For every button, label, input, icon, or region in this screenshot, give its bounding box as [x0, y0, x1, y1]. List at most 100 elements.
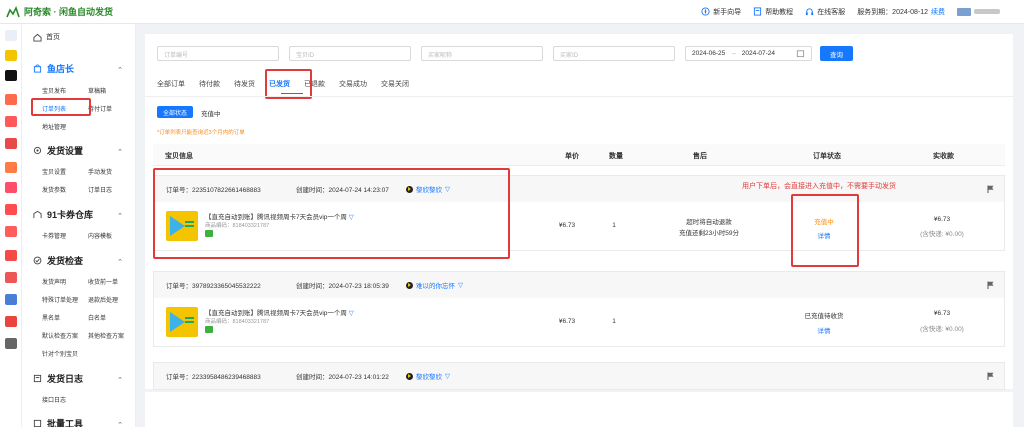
sidebar-item-manual-ship[interactable]: 手动发货 — [88, 167, 112, 176]
sidebar-item-drafts[interactable]: 草稿箱 — [88, 86, 106, 95]
item-id-input[interactable]: 宝贝ID — [289, 46, 411, 61]
date-separator: → — [730, 50, 737, 57]
app-icon-6[interactable] — [5, 138, 17, 149]
xianyu-app-icon[interactable] — [5, 50, 17, 61]
app-title: 阿奇索 · 闲鱼自动发货 — [24, 7, 113, 17]
chevron-up-icon[interactable]: ⌃ — [117, 148, 123, 156]
app-icon-14[interactable] — [5, 316, 17, 327]
sidebar-item-special-orders[interactable]: 特殊订单处理 — [42, 295, 78, 304]
col-status: 订单状态 — [813, 153, 841, 160]
sidebar-item-order-log[interactable]: 订单日志 — [88, 185, 112, 194]
paid-shipping: (含快递: ¥0.00) — [920, 231, 964, 238]
warehouse-icon — [33, 210, 42, 219]
user-menu[interactable] — [957, 7, 1000, 16]
sidebar-item-item-settings[interactable]: 宝贝设置 — [42, 167, 66, 176]
section-fish-store[interactable]: 鱼店长 — [33, 62, 74, 75]
filter-recharging[interactable]: 充值中 — [201, 108, 221, 118]
app-icon-10[interactable] — [5, 226, 17, 237]
service-link[interactable]: 在线客服 — [805, 7, 845, 17]
buyer-nick-input[interactable]: 买家昵称 — [421, 46, 543, 61]
app-icon-11[interactable] — [5, 250, 17, 261]
paid-amount: ¥6.73 — [933, 310, 951, 317]
sidebar-item-whitelist[interactable]: 白名单 — [88, 313, 106, 322]
filter-funnel-icon: ▽ — [348, 310, 354, 317]
shop-icon — [33, 64, 42, 73]
sidebar-item-unpaid-orders[interactable]: 待付订单 — [88, 104, 112, 113]
quantity: 1 — [612, 318, 616, 325]
sidebar-item-blacklist[interactable]: 黑名单 — [42, 313, 60, 322]
sidebar-item-api-log[interactable]: 接口日志 — [42, 395, 66, 404]
app-icon-13[interactable] — [5, 294, 17, 305]
avatar — [957, 7, 971, 16]
query-range-note: *订单列表只能查询近3个月内的订单 — [157, 130, 245, 136]
flag-icon[interactable] — [987, 281, 994, 289]
sidebar-home[interactable]: 首页 — [33, 32, 60, 42]
tab-all[interactable]: 全部订单 — [157, 79, 185, 89]
tag-icon — [205, 326, 213, 333]
date-range-picker[interactable]: 2024-06-25 → 2024-07-24 — [685, 46, 812, 61]
product-title[interactable]: 【直充自动到账】腾讯视频周卡7天会员vip一个周 ▽ — [205, 307, 354, 317]
section-ship-check[interactable]: 发货检查 — [33, 254, 83, 267]
app-icon-5[interactable] — [5, 116, 17, 127]
guide-link[interactable]: 新手向导 — [701, 7, 741, 17]
app-icon-4[interactable] — [5, 94, 17, 105]
section-card-warehouse[interactable]: 91卡券仓库 — [33, 208, 93, 221]
sidebar-item-address[interactable]: 地址管理 — [42, 122, 66, 131]
tiktok-app-icon[interactable] — [5, 70, 17, 81]
buyer-id-input[interactable]: 买家ID — [553, 46, 675, 61]
sidebar-item-individual-items[interactable]: 针对个别宝贝 — [42, 349, 78, 358]
order-status: 已充值待收货 — [804, 313, 844, 320]
tab-closed[interactable]: 交易关闭 — [381, 79, 409, 89]
section-title: 鱼店长 — [47, 64, 75, 74]
table-row: 订单号：2233958486239468883 创建时间：2024-07-23 … — [153, 362, 1005, 390]
sidebar-item-after-refund[interactable]: 退款后处理 — [88, 295, 118, 304]
sidebar-item-content-template[interactable]: 内容模板 — [88, 231, 112, 240]
section-title: 发货设置 — [47, 146, 84, 156]
detail-link[interactable]: 详情 — [794, 325, 854, 335]
grid-app-icon[interactable] — [5, 30, 17, 41]
section-shipping-settings[interactable]: 发货设置 — [33, 144, 83, 157]
unit-price: ¥6.73 — [558, 318, 576, 325]
query-button[interactable]: 查询 — [820, 46, 853, 61]
flag-icon[interactable] — [987, 185, 994, 193]
renew-link[interactable]: 续费 — [931, 7, 945, 17]
tab-unpaid[interactable]: 待付款 — [199, 79, 220, 89]
help-link[interactable]: 帮助教程 — [753, 7, 793, 17]
table-row: 订单号：3978923365045532222 创建时间：2024-07-23 … — [153, 271, 1005, 347]
product-thumbnail[interactable] — [166, 307, 198, 337]
brand[interactable]: 阿奇索 · 闲鱼自动发货 — [0, 5, 160, 18]
app-icon-12[interactable] — [5, 272, 17, 283]
section-title: 发货检查 — [47, 256, 84, 266]
chevron-up-icon[interactable]: ⌃ — [117, 212, 123, 220]
chevron-up-icon[interactable]: ⌃ — [117, 376, 123, 384]
sidebar-item-publish[interactable]: 宝贝发布 — [42, 86, 66, 95]
app-icon-15[interactable] — [5, 338, 17, 349]
date-to: 2024-07-24 — [741, 50, 775, 57]
chevron-up-icon[interactable]: ⌃ — [117, 258, 123, 266]
sidebar-item-default-check[interactable]: 默认检查方案 — [42, 331, 78, 340]
app-icon-9[interactable] — [5, 204, 17, 215]
buyer-link[interactable]: 黎欣黎欣 ▽ — [406, 371, 450, 381]
chevron-up-icon[interactable]: ⌃ — [117, 421, 123, 427]
order-body: 【直充自动到账】腾讯视频周卡7天会员vip一个周 ▽ 商品编码：81840332… — [154, 298, 1004, 346]
chevron-up-icon[interactable]: ⌃ — [117, 66, 123, 74]
highlight-box-shipped-tab — [265, 69, 312, 99]
sidebar-item-card-manage[interactable]: 卡券管理 — [42, 231, 66, 240]
sidebar-item-receive-first[interactable]: 收货前一单 — [88, 277, 118, 286]
flag-icon[interactable] — [987, 372, 994, 380]
filter-funnel-icon: ▽ — [445, 373, 450, 380]
sidebar-item-other-check[interactable]: 其他检查方案 — [88, 331, 124, 340]
order-no-input[interactable]: 订单编号 — [157, 46, 279, 61]
section-batch-tools[interactable]: 批量工具 — [33, 417, 83, 427]
sidebar-item-ship-statement[interactable]: 发货声明 — [42, 277, 66, 286]
app-icon-7[interactable] — [5, 162, 17, 173]
filter-all-status[interactable]: 全部状态 — [157, 106, 193, 118]
buyer-link[interactable]: 难以的你忘怀 ▽ — [406, 280, 463, 290]
tab-to-ship[interactable]: 待发货 — [234, 79, 255, 89]
highlight-box-order — [153, 168, 510, 259]
sidebar-item-ship-params[interactable]: 发货参数 — [42, 185, 66, 194]
tab-success[interactable]: 交易成功 — [339, 79, 367, 89]
section-ship-log[interactable]: 发货日志 — [33, 372, 83, 385]
app-icon-8[interactable] — [5, 182, 17, 193]
annotation-note: 用户下单后，会直接进入充值中，不需要手动发货 — [742, 183, 896, 190]
